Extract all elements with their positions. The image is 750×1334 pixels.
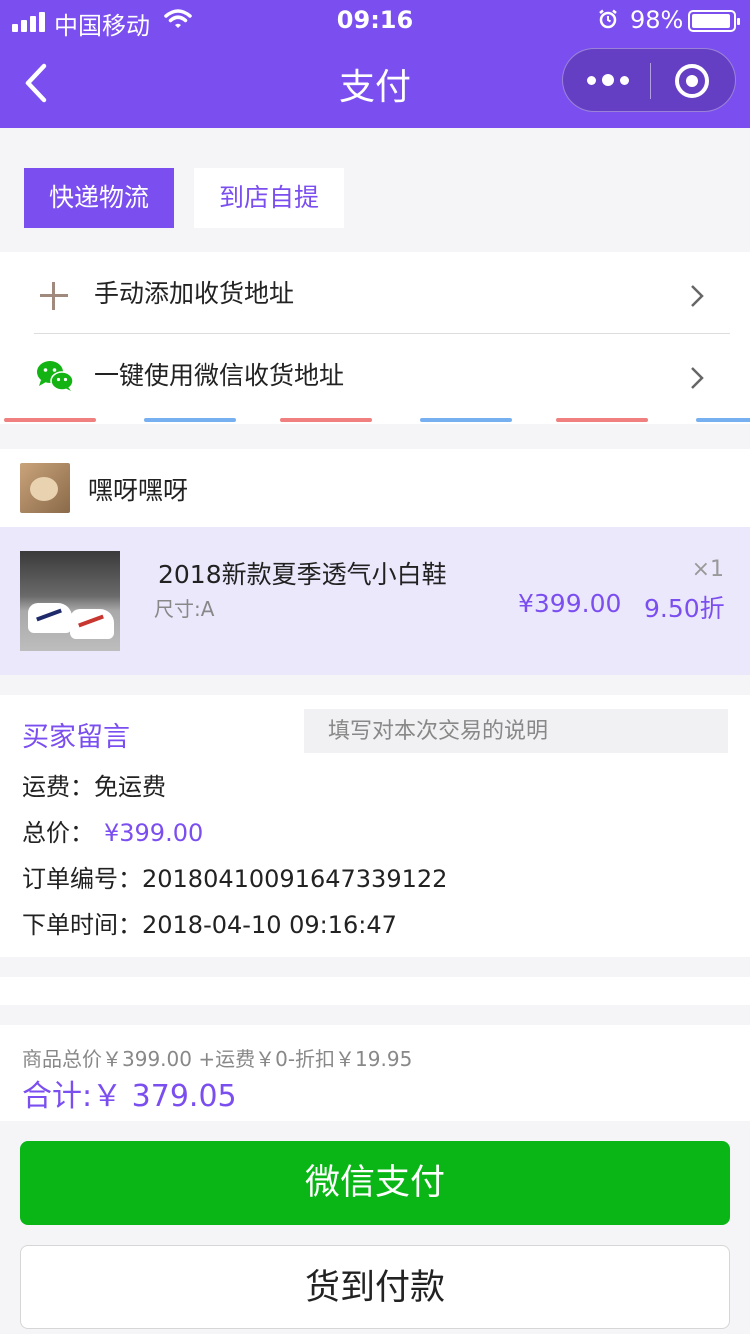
- total-line: 总价： ¥399.00: [22, 813, 203, 848]
- shop-header: 嘿呀嘿呀: [0, 449, 750, 527]
- chevron-right-icon: [691, 285, 704, 307]
- order-number-line: 订单编号：20180410091647339122: [22, 859, 447, 894]
- delivery-method: 快递物流 到店自提: [0, 128, 750, 252]
- status-bar: 中国移动 09:16 98%: [0, 0, 750, 40]
- total-label: 总价：: [22, 819, 94, 847]
- shop-avatar: [20, 463, 70, 513]
- tab-express[interactable]: 快递物流: [24, 168, 174, 228]
- add-address-manual-label: 手动添加收货地址: [94, 279, 295, 308]
- price-summary: 商品总价￥399.00 +运费￥0-折扣￥19.95 合计:￥ 379.05: [0, 1025, 750, 1121]
- shipping-label: 运费：: [22, 773, 94, 801]
- address-section: 手动添加收货地址 一键使用微信收货地址: [0, 252, 750, 424]
- shipping-line: 运费：免运费: [22, 767, 166, 802]
- product-image: [20, 551, 120, 651]
- wechat-address-row[interactable]: 一键使用微信收货地址: [0, 334, 750, 414]
- shipping-value: 免运费: [94, 773, 166, 801]
- close-mini-program-icon[interactable]: [675, 64, 709, 98]
- product-price: ¥399.00: [518, 589, 622, 618]
- product-item: 2018新款夏季透气小白鞋 尺寸:A ×1 ¥399.00 9.50折: [0, 527, 750, 675]
- envelope-border: [0, 418, 750, 424]
- battery-icon: [688, 10, 740, 32]
- wechat-icon: [37, 361, 74, 391]
- battery-percent: 98%: [630, 6, 684, 34]
- wechat-pay-button[interactable]: 微信支付: [20, 1141, 730, 1225]
- price-breakdown: 商品总价￥399.00 +运费￥0-折扣￥19.95: [22, 1047, 413, 1071]
- grand-total: 合计:￥ 379.05: [22, 1079, 237, 1114]
- wechat-address-label: 一键使用微信收货地址: [94, 361, 345, 390]
- add-address-manual-row[interactable]: 手动添加收货地址: [0, 252, 750, 332]
- product-discount: 9.50折: [644, 594, 725, 623]
- order-time-value: 2018-04-10 09:16:47: [142, 911, 397, 939]
- order-time-label: 下单时间：: [22, 911, 142, 939]
- shop-name: 嘿呀嘿呀: [88, 476, 189, 505]
- top-bar: 中国移动 09:16 98% 支付: [0, 0, 750, 128]
- spacer: [0, 977, 750, 1005]
- total-value: ¥399.00: [104, 819, 204, 847]
- buyer-message-input[interactable]: [304, 709, 728, 753]
- plus-icon: [40, 282, 68, 310]
- order-number-label: 订单编号：: [22, 865, 142, 893]
- order-number-value: 20180410091647339122: [142, 865, 448, 893]
- mini-program-capsule: [562, 48, 736, 112]
- buyer-message-label: 买家留言: [22, 722, 130, 753]
- chevron-right-icon: [691, 367, 704, 389]
- alarm-icon: [599, 9, 617, 29]
- more-icon[interactable]: [587, 69, 629, 91]
- order-info: 买家留言 运费：免运费 总价： ¥399.00 订单编号：201804100916…: [0, 695, 750, 957]
- product-size: 尺寸:A: [154, 597, 215, 621]
- product-title: 2018新款夏季透气小白鞋: [158, 560, 447, 589]
- cash-on-delivery-button[interactable]: 货到付款: [20, 1245, 730, 1329]
- product-quantity: ×1: [691, 557, 724, 582]
- order-time-line: 下单时间：2018-04-10 09:16:47: [22, 905, 397, 940]
- tab-self-pickup[interactable]: 到店自提: [194, 168, 344, 228]
- capsule-divider: [650, 63, 651, 99]
